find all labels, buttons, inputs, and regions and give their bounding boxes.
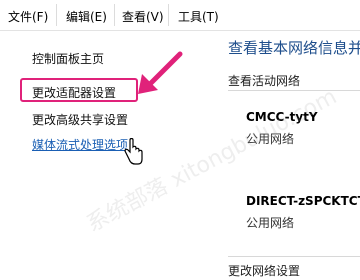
menu-bar: 文件(F) 编辑(E) 查看(V) 工具(T) (0, 0, 360, 31)
menu-view[interactable]: 查看(V) (122, 8, 164, 25)
menu-tools[interactable]: 工具(T) (178, 8, 219, 25)
page-title: 查看基本网络信息并 (228, 39, 360, 57)
network-name: CMCC-tytY (246, 110, 318, 124)
divider (228, 256, 360, 257)
network-type: 公用网络 (246, 216, 295, 230)
hand-cursor-icon (124, 138, 143, 165)
nav-change-sharing-settings[interactable]: 更改高级共享设置 (32, 111, 128, 128)
menu-separator (168, 4, 169, 26)
arrow-annotation-icon (138, 51, 183, 94)
active-networks-label: 查看活动网络 (228, 74, 301, 88)
network-name: DIRECT-zSPCKTCT. (246, 194, 360, 208)
divider (228, 90, 360, 91)
menu-separator (114, 4, 115, 26)
menu-edit[interactable]: 编辑(E) (66, 8, 107, 25)
menu-separator (56, 4, 57, 26)
menu-file[interactable]: 文件(F) (8, 8, 48, 25)
network-type: 公用网络 (246, 132, 295, 146)
nav-change-adapter-settings[interactable]: 更改适配器设置 (32, 84, 116, 101)
nav-media-streaming-options[interactable]: 媒体流式处理选项 (32, 136, 128, 153)
nav-control-panel-home[interactable]: 控制面板主页 (32, 50, 104, 67)
change-network-settings-label: 更改网络设置 (228, 264, 301, 278)
